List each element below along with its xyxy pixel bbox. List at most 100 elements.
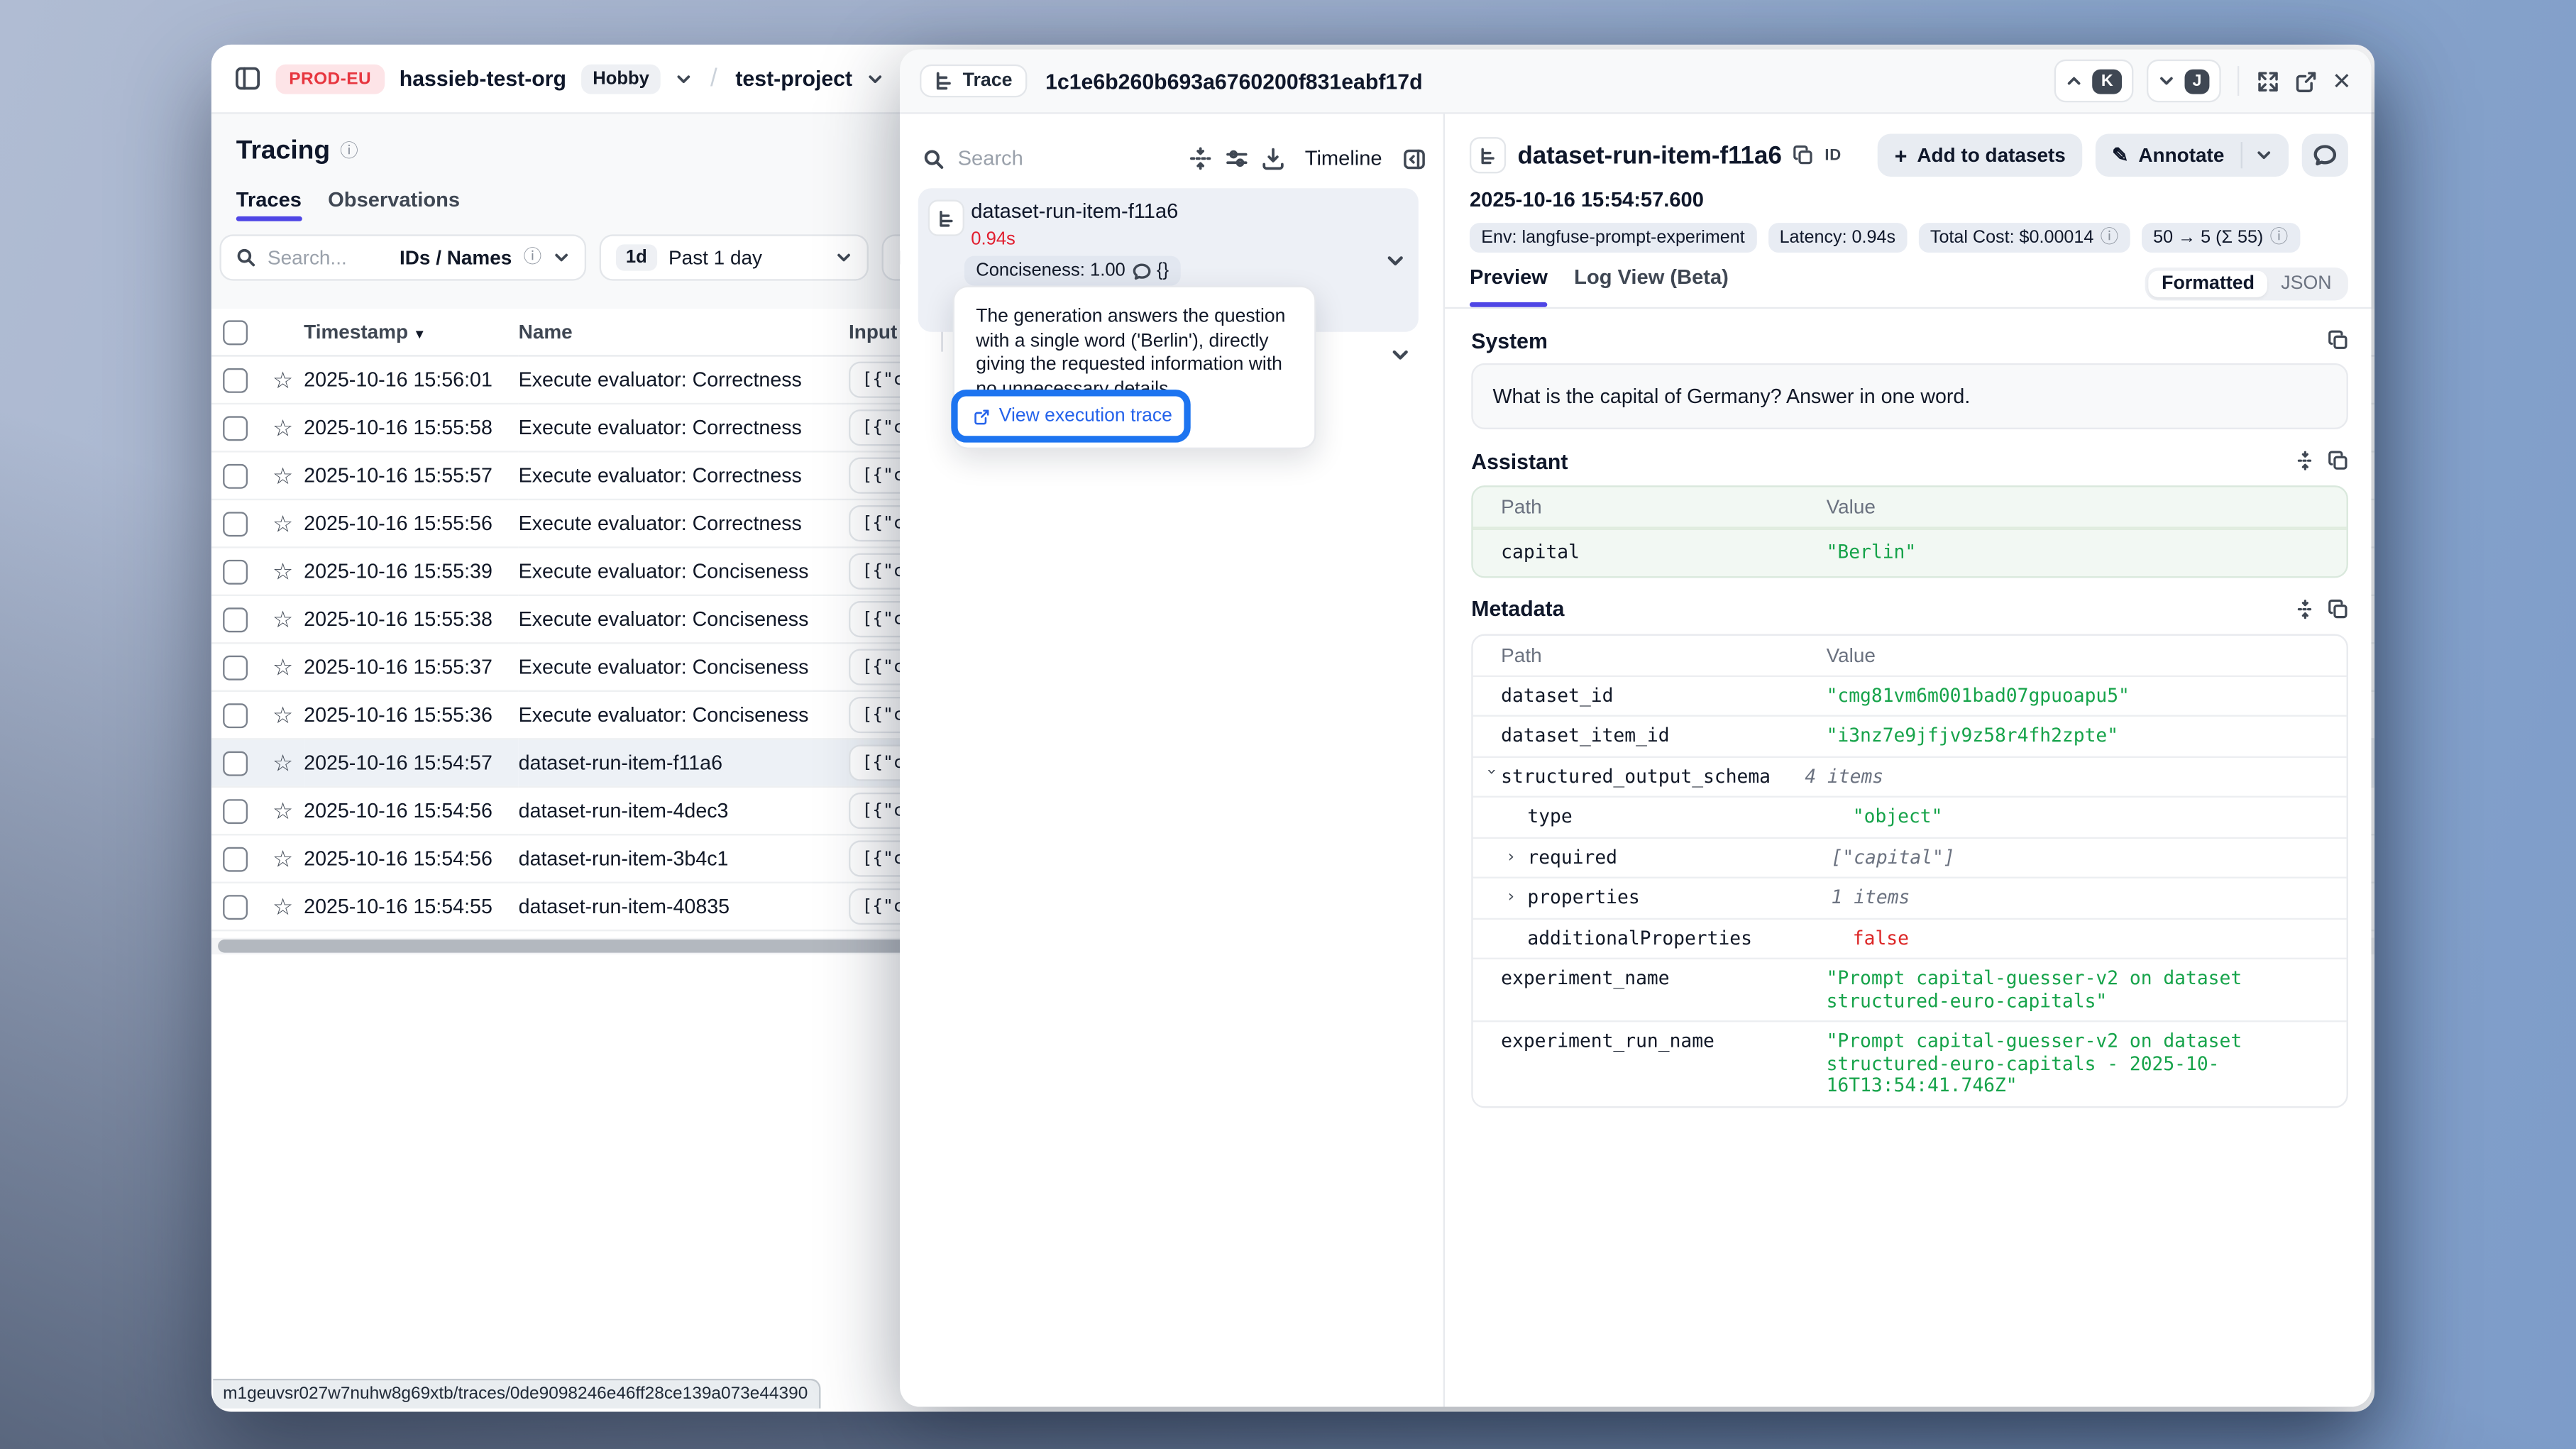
trace-peek-drawer: Trace 1c1e6b260b693a6760200f831eabf17d K…: [900, 50, 2371, 1407]
bookmark-star-icon[interactable]: ☆: [273, 893, 293, 919]
kv-row[interactable]: ›required["capital"]: [1473, 837, 2347, 877]
plan-badge: Hobby: [581, 64, 661, 94]
sidebar-toggle-icon[interactable]: [234, 66, 260, 91]
comments-button[interactable]: [2302, 133, 2348, 176]
settings-sliders-icon[interactable]: [1226, 147, 1249, 170]
add-to-datasets-button[interactable]: + Add to datasets: [1878, 133, 2082, 176]
tab-observations[interactable]: Observations: [328, 188, 460, 221]
row-checkbox[interactable]: [223, 894, 248, 919]
next-trace-button[interactable]: J: [2146, 60, 2221, 103]
expand-icon[interactable]: [2256, 69, 2281, 94]
close-icon[interactable]: ✕: [2332, 67, 2351, 95]
row-checkbox[interactable]: [223, 847, 248, 871]
search-type-chevron-icon[interactable]: [554, 249, 570, 265]
column-header-timestamp[interactable]: Timestamp▼: [304, 309, 519, 356]
row-checkbox[interactable]: [223, 511, 248, 536]
column-header-name[interactable]: Name: [519, 309, 849, 356]
kv-value: "object": [1853, 806, 2330, 828]
date-range-picker[interactable]: 1d Past 1 day: [600, 234, 869, 280]
observation-detail-panel: dataset-run-item-f11a6 ID + Add to datas…: [1445, 114, 2371, 1407]
trace-timestamp: 2025-10-16 15:55:57: [304, 451, 519, 499]
bookmark-star-icon[interactable]: ☆: [273, 461, 293, 487]
org-name[interactable]: hassieb-test-org: [400, 66, 566, 91]
row-checkbox[interactable]: [223, 798, 248, 823]
score-comment-text: The generation answers the question with…: [954, 287, 1314, 402]
annotate-chevron-icon[interactable]: [2256, 147, 2272, 163]
bookmark-star-icon[interactable]: ☆: [273, 509, 293, 536]
copy-icon[interactable]: [2328, 451, 2348, 470]
comment-bubble-icon: [1132, 262, 1150, 280]
bookmark-star-icon[interactable]: ☆: [273, 844, 293, 871]
collapse-observations-icon[interactable]: [1189, 147, 1213, 170]
detail-scroll-area[interactable]: System What is the capital of Germany? A…: [1445, 309, 2371, 1406]
kv-value: 4 items: [1805, 766, 2330, 788]
download-icon[interactable]: [1262, 147, 1285, 170]
metric-badge: 50 → 5 (Σ 55)ⓘ: [2142, 223, 2300, 253]
select-all-checkbox[interactable]: [223, 319, 248, 344]
row-checkbox[interactable]: [223, 703, 248, 727]
info-icon: ⓘ: [2101, 228, 2119, 247]
node-chevron-down-icon[interactable]: [1385, 251, 1405, 271]
date-range-chip: 1d: [616, 244, 657, 270]
prev-trace-button[interactable]: K: [2055, 60, 2133, 103]
bookmark-star-icon[interactable]: ☆: [273, 605, 293, 632]
search-info-icon: ⓘ: [524, 248, 542, 267]
expand-rows-icon[interactable]: [2295, 451, 2315, 470]
search-input[interactable]: Search... IDs / Names ⓘ: [219, 234, 586, 280]
kv-value: "i3nz7e9jfjv9z58r4fh2zpte": [1827, 725, 2330, 747]
id-label[interactable]: ID: [1824, 146, 1842, 165]
format-toggle-json[interactable]: JSON: [2268, 270, 2345, 296]
project-chevron-down-icon[interactable]: [867, 70, 884, 87]
trace-timestamp: 2025-10-16 15:55:39: [304, 547, 519, 595]
tree-search-input[interactable]: Search: [958, 147, 1023, 170]
kv-row[interactable]: ›structured_output_schema4 items: [1473, 756, 2347, 796]
expand-rows-icon[interactable]: [2295, 599, 2315, 619]
copy-icon[interactable]: [2328, 599, 2348, 619]
format-toggle-formatted[interactable]: Formatted: [2149, 270, 2268, 296]
expand-chevron-icon[interactable]: ›: [1506, 887, 1527, 909]
screen: PROD-EU hassieb-test-org Hobby / test-pr…: [0, 0, 2576, 1449]
bookmark-star-icon[interactable]: ☆: [273, 365, 293, 392]
tab-preview[interactable]: Preview: [1470, 266, 1548, 307]
org-chevron-down-icon[interactable]: [676, 70, 692, 87]
kv-row: additionalPropertiesfalse: [1473, 918, 2347, 958]
trace-name: dataset-run-item-f11a6: [519, 739, 849, 786]
annotate-button[interactable]: ✎ Annotate: [2096, 133, 2289, 176]
collapse-panel-icon[interactable]: [1402, 146, 1427, 171]
trace-name: dataset-run-item-3b4c1: [519, 834, 849, 882]
bookmark-star-icon[interactable]: ☆: [273, 797, 293, 823]
node2-chevron-down-icon[interactable]: [1390, 345, 1410, 365]
row-checkbox[interactable]: [223, 559, 248, 584]
score-badge[interactable]: Conciseness: 1.00 {}: [964, 256, 1180, 286]
comment-bubble-icon: [2313, 143, 2337, 167]
collapse-chevron-icon[interactable]: ›: [1479, 766, 1501, 787]
observation-tree-icon: [928, 200, 964, 236]
project-name[interactable]: test-project: [735, 66, 852, 91]
row-checkbox[interactable]: [223, 655, 248, 680]
tab-log-view[interactable]: Log View (Beta): [1574, 266, 1729, 307]
copy-icon[interactable]: [1793, 145, 1813, 165]
bookmark-star-icon[interactable]: ☆: [273, 653, 293, 679]
row-checkbox[interactable]: [223, 368, 248, 392]
metadata-section-title: Metadata: [1471, 596, 1564, 621]
copy-icon[interactable]: [2328, 330, 2348, 350]
row-checkbox[interactable]: [223, 607, 248, 632]
expand-chevron-icon[interactable]: ›: [1506, 847, 1527, 869]
bookmark-star-icon[interactable]: ☆: [273, 557, 293, 583]
bookmark-star-icon[interactable]: ☆: [273, 749, 293, 775]
timeline-toggle-label[interactable]: Timeline: [1305, 147, 1382, 170]
breadcrumb-separator: /: [710, 65, 717, 93]
row-checkbox[interactable]: [223, 415, 248, 440]
external-link-icon[interactable]: [2294, 69, 2319, 94]
trace-name: dataset-run-item-40835: [519, 883, 849, 930]
col-value: Value: [1827, 643, 1876, 666]
bookmark-star-icon[interactable]: ☆: [273, 701, 293, 727]
env-badge: PROD-EU: [276, 64, 385, 94]
kv-row[interactable]: ›properties1 items: [1473, 877, 2347, 918]
bookmark-star-icon[interactable]: ☆: [273, 414, 293, 440]
info-icon[interactable]: ⓘ: [340, 143, 358, 161]
row-checkbox[interactable]: [223, 751, 248, 776]
tab-traces[interactable]: Traces: [236, 188, 302, 221]
row-checkbox[interactable]: [223, 463, 248, 488]
view-execution-trace-link[interactable]: View execution trace: [999, 406, 1172, 426]
